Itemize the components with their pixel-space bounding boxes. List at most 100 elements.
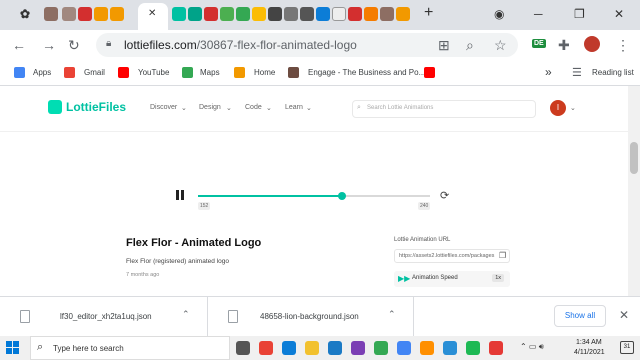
lottiefiles-logo[interactable]: LottieFiles — [66, 100, 126, 114]
clock-time[interactable]: 1:34 AM — [576, 339, 602, 346]
download-item[interactable]: lf30_editor_xh2ta1uq.json ⌃ — [0, 297, 208, 337]
bookmark-apps[interactable]: Apps — [33, 68, 51, 77]
slider-thumb[interactable] — [337, 192, 346, 200]
avatar[interactable] — [584, 36, 600, 52]
maps-icon[interactable] — [374, 341, 388, 355]
lottie-url-field[interactable]: https://assets2.lottiefiles.com/packages… — [394, 249, 510, 263]
progress-slider[interactable] — [198, 192, 430, 200]
animation-speed-row[interactable]: ▶▶ Animation Speed 1x — [394, 271, 510, 287]
avatar-chevron-icon[interactable]: ⌄ — [570, 104, 576, 112]
notifications-icon[interactable]: 31 — [620, 341, 634, 354]
photos-icon[interactable] — [443, 341, 457, 355]
sublime-icon[interactable] — [420, 341, 434, 355]
tab-close-icon[interactable]: ✕ — [148, 8, 156, 19]
download-filename[interactable]: lf30_editor_xh2ta1uq.json — [60, 312, 152, 321]
tab-favicon[interactable] — [364, 7, 378, 21]
address-bar[interactable]: 🔒︎ lottiefiles.com/30867-flex-flor-anima… — [96, 33, 518, 57]
tab-favicon[interactable]: ✿ — [18, 7, 32, 21]
maps-icon[interactable] — [182, 67, 193, 78]
home-icon[interactable] — [234, 67, 245, 78]
reading-list[interactable]: Reading list — [592, 68, 634, 77]
reading-list-icon[interactable]: ☰ — [572, 66, 582, 79]
gmail-icon[interactable] — [64, 67, 75, 78]
menu-discover[interactable]: Discover — [150, 104, 177, 111]
tab-favicon[interactable] — [220, 7, 234, 21]
tab-favicon[interactable] — [396, 7, 410, 21]
task-view-icon[interactable] — [236, 341, 250, 355]
bookmark-home[interactable]: Home — [254, 68, 275, 77]
taskbar-search-input[interactable]: ⌕ Type here to search — [30, 336, 230, 360]
vscode-icon[interactable] — [328, 341, 342, 355]
menu-learn[interactable]: Learn — [285, 104, 303, 111]
visual-studio-icon[interactable] — [351, 341, 365, 355]
tab-favicon[interactable] — [78, 7, 92, 21]
tab-favicon[interactable] — [44, 7, 58, 21]
spotify-icon[interactable] — [466, 341, 480, 355]
chrome-icon[interactable] — [259, 341, 273, 355]
tab-favicon[interactable] — [268, 7, 282, 21]
more-bookmarks[interactable]: » — [545, 65, 552, 79]
apps-icon[interactable] — [14, 67, 25, 78]
extensions-icon[interactable]: ✚ — [558, 37, 570, 54]
back-icon[interactable]: ← — [12, 37, 26, 53]
reload-icon[interactable]: ↻ — [68, 37, 80, 54]
tab-favicon[interactable] — [348, 7, 362, 21]
close-window-icon[interactable]: ✕ — [614, 7, 624, 21]
chevron-up-icon[interactable]: ⌃ — [388, 309, 396, 320]
animation-speed-value[interactable]: 1x — [492, 274, 504, 282]
tab-favicon[interactable] — [62, 7, 76, 21]
tab-search-icon[interactable]: ◉ — [494, 7, 504, 21]
tab-favicon[interactable] — [204, 7, 218, 21]
system-tray-icons[interactable]: ⌃ ▭ 🔊︎ — [520, 342, 544, 352]
bookmark-star-icon[interactable]: ☆ — [494, 37, 507, 54]
file-explorer-icon[interactable] — [305, 341, 319, 355]
clock-date[interactable]: 4/11/2021 — [574, 349, 605, 356]
install-app-icon[interactable]: ⊞ — [438, 37, 450, 54]
url-text[interactable]: lottiefiles.com/30867-flex-flor-animated… — [124, 38, 357, 52]
bookmark-youtube[interactable]: YouTube — [138, 68, 169, 77]
user-avatar[interactable]: I — [550, 100, 566, 116]
zoom-icon[interactable]: ⌕ — [466, 37, 474, 54]
media-icon[interactable] — [489, 341, 503, 355]
tab-favicon[interactable] — [188, 7, 202, 21]
new-tab-button[interactable]: + — [424, 4, 433, 22]
tab-favicon[interactable] — [284, 7, 298, 21]
copy-icon[interactable]: ❐ — [499, 251, 506, 260]
scrollbar-thumb[interactable] — [630, 142, 638, 174]
loop-icon[interactable]: ⟳ — [440, 189, 449, 202]
tab-favicon[interactable] — [252, 7, 266, 21]
lottiefiles-logo-icon[interactable] — [48, 100, 62, 114]
tab-favicon[interactable] — [316, 7, 330, 21]
bookmark-engage[interactable]: Engage - The Business and Po... — [308, 68, 425, 77]
pause-icon[interactable] — [176, 190, 184, 200]
chevron-up-icon[interactable]: ⌃ — [182, 309, 190, 320]
lottie-search-input[interactable]: ⌕ Search Lottie Animations — [352, 100, 536, 118]
bookmark-gmail[interactable]: Gmail — [84, 68, 105, 77]
lock-icon[interactable]: 🔒︎ — [106, 38, 111, 49]
tab-favicon[interactable] — [332, 7, 346, 21]
edge-icon[interactable] — [282, 341, 296, 355]
download-filename[interactable]: 48658-lion-background.json — [260, 312, 359, 321]
tab-favicon[interactable] — [94, 7, 108, 21]
restore-icon[interactable]: ❐ — [574, 7, 585, 21]
menu-design[interactable]: Design — [199, 104, 221, 111]
tab-favicon[interactable] — [380, 7, 394, 21]
show-all-button[interactable]: Show all — [554, 305, 606, 327]
forward-icon[interactable]: → — [42, 37, 56, 53]
tab-favicon[interactable] — [236, 7, 250, 21]
profile-badge[interactable]: DE — [532, 39, 546, 48]
close-download-bar-icon[interactable]: ✕ — [619, 308, 629, 322]
bookmark-maps[interactable]: Maps — [200, 68, 220, 77]
tab-favicon[interactable] — [300, 7, 314, 21]
tab-favicon[interactable] — [172, 7, 186, 21]
tab-favicon[interactable] — [110, 7, 124, 21]
menu-code[interactable]: Code — [245, 104, 262, 111]
minimize-icon[interactable]: ─ — [534, 7, 543, 21]
page-scrollbar[interactable] — [628, 86, 640, 296]
youtube-icon[interactable] — [118, 67, 129, 78]
windows-start-icon[interactable] — [6, 341, 20, 355]
chrome-alt-icon[interactable] — [397, 341, 411, 355]
youtube-bookmark-icon[interactable] — [424, 67, 435, 78]
active-tab[interactable]: ✕ — [138, 3, 168, 30]
download-item[interactable]: 48658-lion-background.json ⌃ — [208, 297, 414, 337]
